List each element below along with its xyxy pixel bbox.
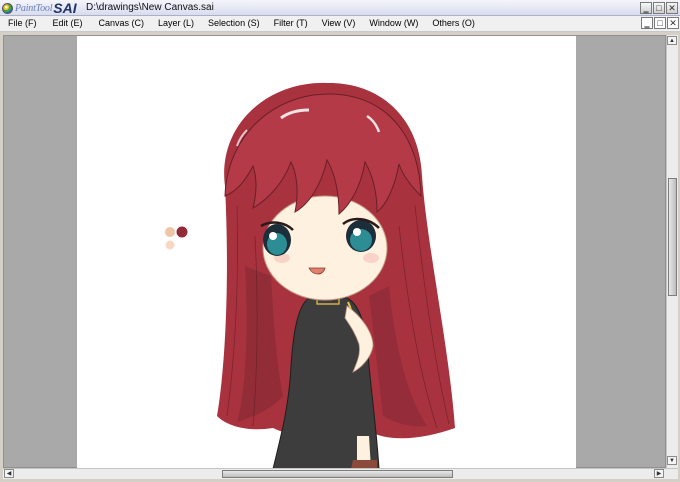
menu-window[interactable]: Window (W) bbox=[369, 18, 418, 28]
minimize-icon: ‗ bbox=[644, 17, 650, 28]
menu-view[interactable]: View (V) bbox=[322, 18, 356, 28]
logo-big-text: SAI bbox=[53, 0, 77, 16]
minimize-icon: ‗ bbox=[643, 2, 649, 13]
vertical-scroll-thumb[interactable] bbox=[668, 178, 677, 296]
title-bar: PaintTool SAI D:\drawings\New Canvas.sai… bbox=[0, 0, 680, 16]
menu-items: File (F) Edit (E) Canvas (C) Layer (L) S… bbox=[8, 18, 475, 28]
painttool-sai-logo-icon: PaintTool SAI bbox=[2, 1, 77, 15]
canvas-workspace[interactable] bbox=[3, 35, 666, 469]
menu-others[interactable]: Others (O) bbox=[432, 18, 475, 28]
maximize-button[interactable]: □ bbox=[653, 2, 665, 14]
horizontal-scrollbar[interactable]: ◀ ▶ bbox=[3, 468, 678, 479]
document-window-controls: ‗ □ ✕ bbox=[641, 17, 679, 29]
menu-bar: File (F) Edit (E) Canvas (C) Layer (L) S… bbox=[0, 16, 680, 32]
canvas-paper[interactable] bbox=[77, 36, 576, 469]
menu-canvas[interactable]: Canvas (C) bbox=[99, 18, 145, 28]
logo-small-text: PaintTool bbox=[15, 2, 53, 14]
swatch-dark-red bbox=[176, 226, 188, 238]
close-icon: ✕ bbox=[669, 17, 677, 28]
doc-close-button[interactable]: ✕ bbox=[667, 17, 679, 29]
maximize-icon: □ bbox=[657, 17, 663, 28]
vertical-scrollbar[interactable]: ▲ ▼ bbox=[666, 35, 678, 468]
chibi-girl-illustration bbox=[165, 82, 455, 469]
scroll-right-arrow-icon[interactable]: ▶ bbox=[654, 469, 664, 478]
menu-edit[interactable]: Edit (E) bbox=[53, 18, 83, 28]
menu-filter[interactable]: Filter (T) bbox=[274, 18, 308, 28]
horizontal-scroll-thumb[interactable] bbox=[222, 470, 453, 478]
menu-file[interactable]: File (F) bbox=[8, 18, 37, 28]
app-window-controls: ‗ □ ✕ bbox=[640, 2, 678, 14]
scroll-down-arrow-icon[interactable]: ▼ bbox=[667, 456, 677, 465]
blush-right bbox=[363, 253, 379, 263]
close-button[interactable]: ✕ bbox=[666, 2, 678, 14]
menu-layer[interactable]: Layer (L) bbox=[158, 18, 194, 28]
close-icon: ✕ bbox=[668, 2, 676, 13]
doc-maximize-button[interactable]: □ bbox=[654, 17, 666, 29]
logo-ball-icon bbox=[2, 2, 13, 14]
minimize-button[interactable]: ‗ bbox=[640, 2, 652, 14]
maximize-icon: □ bbox=[656, 2, 662, 13]
swatch-peach bbox=[165, 227, 175, 237]
scroll-up-arrow-icon[interactable]: ▲ bbox=[667, 36, 677, 45]
menu-selection[interactable]: Selection (S) bbox=[208, 18, 260, 28]
swatch-light-peach bbox=[165, 240, 175, 250]
window-title: D:\drawings\New Canvas.sai bbox=[86, 2, 214, 13]
doc-minimize-button[interactable]: ‗ bbox=[641, 17, 653, 29]
scroll-left-arrow-icon[interactable]: ◀ bbox=[4, 469, 14, 478]
